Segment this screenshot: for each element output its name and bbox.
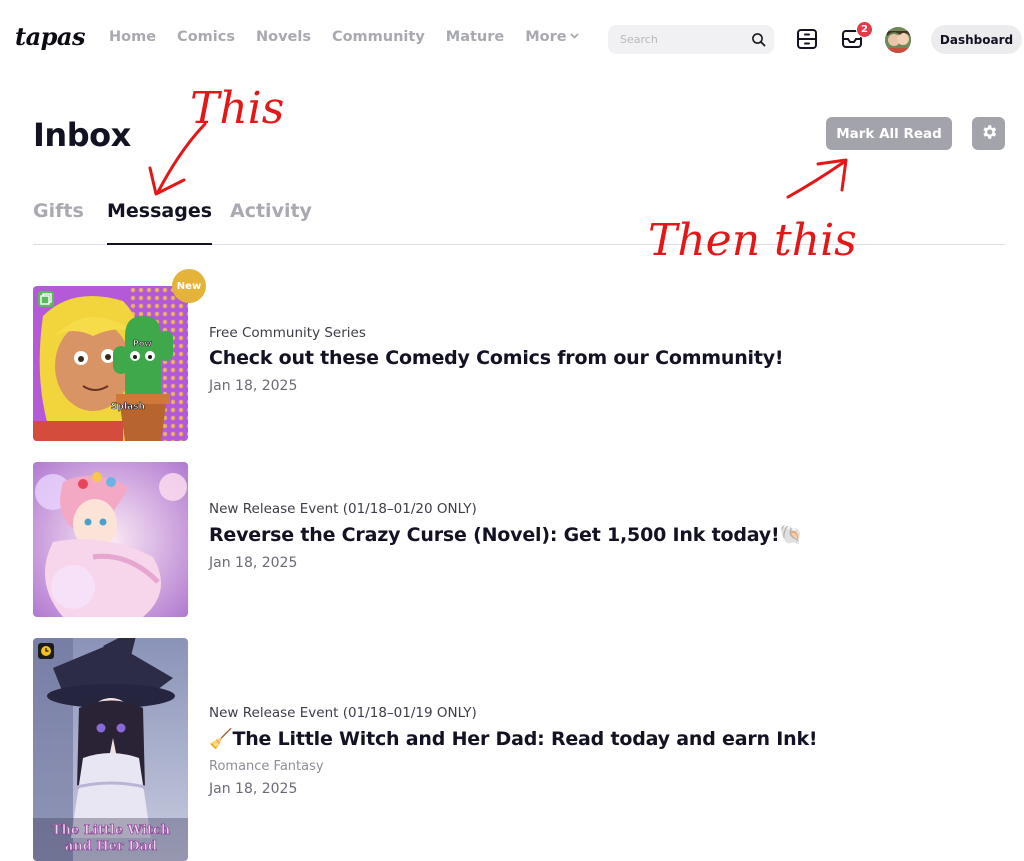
- message-item[interactable]: New Release Event (01/18–01/20 ONLY) Rev…: [33, 462, 1005, 617]
- nav-more-label: More: [525, 29, 567, 45]
- page-title: Inbox: [33, 116, 131, 154]
- nav-comics-link[interactable]: Comics: [177, 29, 235, 45]
- message-category: New Release Event (01/18–01/20 ONLY): [209, 501, 477, 517]
- thumb-title-line1: The Little Witch: [52, 823, 171, 838]
- avatar[interactable]: [885, 27, 911, 53]
- top-navigation-bar: tapas Home Comics Novels Community Matur…: [0, 0, 1024, 78]
- dashboard-button[interactable]: Dashboard: [931, 25, 1022, 54]
- message-date: Jan 18, 2025: [209, 555, 298, 571]
- tapas-logo[interactable]: tapas: [15, 22, 85, 51]
- nav-novels-link[interactable]: Novels: [256, 29, 311, 45]
- nav-community-link[interactable]: Community: [332, 29, 425, 45]
- library-icon[interactable]: [795, 27, 819, 51]
- annotation-this-text: This: [190, 83, 284, 134]
- message-date: Jan 18, 2025: [209, 378, 298, 394]
- message-title: Reverse the Crazy Curse (Novel): Get 1,5…: [209, 524, 803, 546]
- nav-mature-link[interactable]: Mature: [446, 29, 504, 45]
- message-category: New Release Event (01/18–01/19 ONLY): [209, 705, 477, 721]
- message-thumbnail: The Little Witch and Her Dad: [33, 638, 188, 861]
- message-item[interactable]: The Little Witch and Her Dad New Release…: [33, 638, 1005, 861]
- thumb-splash-text: Splash: [111, 402, 145, 412]
- annotation-arrow-to-mark-all-read: [786, 158, 848, 199]
- message-text: Free Community Series Check out these Co…: [209, 325, 784, 394]
- new-badge: New: [172, 269, 206, 303]
- annotation-arrow-to-messages: [148, 122, 207, 196]
- tab-activity[interactable]: Activity: [230, 200, 312, 245]
- message-text: New Release Event (01/18–01/20 ONLY) Rev…: [209, 501, 803, 571]
- chevron-down-icon: [569, 32, 579, 42]
- gear-icon: [980, 123, 998, 144]
- main-nav: Home Comics Novels Community Mature More: [109, 29, 600, 45]
- message-title: 🧹The Little Witch and Her Dad: Read toda…: [209, 728, 818, 750]
- mark-all-read-button[interactable]: Mark All Read: [826, 117, 952, 150]
- message-date: Jan 18, 2025: [209, 781, 298, 797]
- tab-gifts[interactable]: Gifts: [33, 200, 84, 245]
- message-text: New Release Event (01/18–01/19 ONLY) 🧹Th…: [209, 705, 818, 797]
- settings-button[interactable]: [972, 117, 1005, 150]
- search-icon[interactable]: [751, 32, 766, 47]
- clock-icon: [38, 643, 54, 659]
- nav-home-link[interactable]: Home: [109, 29, 156, 45]
- search-box: [608, 25, 774, 54]
- copy-icon: [38, 291, 54, 307]
- message-item[interactable]: Pow Splash New Free Community Series Che…: [33, 269, 1005, 441]
- nav-more-menu[interactable]: More: [525, 29, 579, 45]
- message-thumbnail: [33, 462, 188, 617]
- message-genre: Romance Fantasy: [209, 759, 324, 774]
- inbox-badge: 2: [856, 21, 873, 38]
- search-input[interactable]: [620, 25, 750, 54]
- message-thumbnail: Pow Splash: [33, 286, 188, 441]
- tab-messages[interactable]: Messages: [107, 200, 213, 245]
- inbox-tabs: Gifts Messages Activity: [33, 200, 1005, 245]
- message-category: Free Community Series: [209, 325, 366, 341]
- message-title: Check out these Comedy Comics from our C…: [209, 347, 784, 369]
- thumb-title-line2: and Her Dad: [65, 839, 157, 854]
- thumb-pow-text: Pow: [133, 339, 152, 348]
